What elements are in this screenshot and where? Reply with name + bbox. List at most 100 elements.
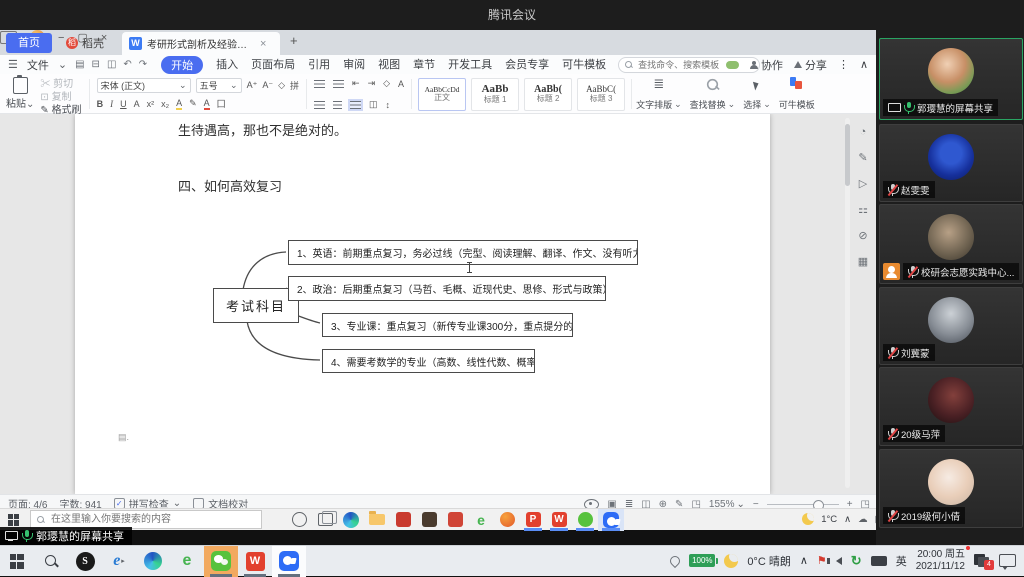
undo-icon[interactable]: ↶ — [123, 59, 131, 70]
document-canvas[interactable]: 生待遇高，那也不是绝对的。 四、如何高效复习 考试科目 1、英语：前期重点复习，… — [0, 114, 876, 494]
subscript-button[interactable]: x₂ — [161, 99, 169, 109]
menu-insert[interactable]: 插入 — [216, 56, 238, 74]
file-chevron-icon[interactable]: ⌄ — [58, 58, 67, 71]
taskbar-search-button[interactable] — [34, 546, 68, 577]
flag-alert-icon[interactable]: ⚑ — [817, 554, 827, 567]
comment-tool-icon[interactable]: ◔ — [860, 126, 867, 138]
document-scrollbar[interactable] — [845, 118, 850, 488]
cut-button[interactable]: ✂ 剪切 — [40, 78, 81, 91]
menu-review[interactable]: 审阅 — [343, 56, 365, 74]
cortana-button[interactable] — [286, 509, 312, 531]
bold-button[interactable]: B — [97, 99, 104, 109]
font-color-button[interactable]: A — [204, 98, 210, 110]
participant-tile[interactable]: 校研会志愿实践中心... — [879, 204, 1023, 284]
save-icon[interactable]: ▤ — [75, 59, 84, 70]
wps-button[interactable]: W — [238, 546, 272, 577]
ie-button[interactable]: e▸ — [102, 546, 136, 577]
mindmap-root-node[interactable]: 考试科目 — [213, 288, 299, 323]
store-app-button[interactable] — [416, 509, 442, 531]
superscript-button[interactable]: x² — [147, 99, 155, 109]
distribute-button[interactable]: ◫ — [369, 99, 378, 110]
italic-button[interactable]: I — [110, 99, 113, 109]
menu-developer[interactable]: 开发工具 — [448, 56, 492, 74]
meeting-app-button[interactable] — [272, 546, 306, 577]
copy-button[interactable]: ⊡ 复制 — [40, 91, 81, 104]
menu-member[interactable]: 会员专享 — [505, 56, 549, 74]
cloud-icon[interactable]: ☁ — [858, 514, 868, 525]
action-center-icon[interactable] — [999, 554, 1016, 567]
print-icon[interactable]: ⊟ — [92, 59, 100, 70]
tray-expand-icon[interactable]: ∧ — [800, 554, 808, 567]
line-spacing-button[interactable]: ↕ — [386, 100, 391, 110]
highlight-color-button[interactable]: A — [176, 98, 182, 110]
help-tool-icon[interactable]: ⊘ — [858, 229, 867, 242]
sort-button[interactable]: A — [398, 79, 404, 89]
meeting-app-button-shared[interactable] — [598, 509, 624, 531]
decrease-indent-button[interactable]: ⇤ — [352, 78, 360, 89]
char-border-button[interactable]: 囗 — [217, 97, 226, 110]
edge-button[interactable] — [338, 509, 364, 531]
menu-references[interactable]: 引用 — [308, 56, 330, 74]
mindmap-branch-math[interactable]: 4、需要考数学的专业（高数、线性代数、概率论） — [322, 349, 535, 373]
print-preview-icon[interactable]: ◫ — [107, 59, 116, 70]
style-heading3[interactable]: AaBbC( 标题 3 — [577, 78, 625, 111]
ink-pen-button[interactable]: ✎ — [189, 98, 197, 109]
wechat-button[interactable] — [204, 546, 238, 577]
menu-section[interactable]: 章节 — [413, 56, 435, 74]
browser-360-button[interactable]: e — [468, 509, 494, 531]
participant-tile[interactable]: 刘冀蒙 — [879, 287, 1023, 365]
document-page[interactable]: 生待遇高，那也不是绝对的。 四、如何高效复习 考试科目 1、英语：前期重点复习，… — [75, 114, 770, 494]
align-right-button[interactable] — [314, 101, 324, 109]
menu-keniu[interactable]: 可牛模板 — [562, 56, 606, 74]
tab-docer[interactable]: 稻 稻壳 — [60, 33, 110, 53]
cloud-sync-icon[interactable] — [726, 61, 739, 69]
file-explorer-button[interactable] — [364, 509, 390, 531]
temperature-label[interactable]: 1°C — [821, 514, 837, 525]
collapse-ribbon-icon[interactable]: ∧ — [860, 58, 868, 71]
wps-writer-button[interactable]: W — [546, 509, 572, 531]
align-justify-button[interactable] — [350, 101, 361, 109]
redo-icon[interactable]: ↷ — [139, 59, 147, 70]
safety-360-icon[interactable]: ↻ — [851, 553, 862, 569]
weather-label[interactable]: 0°C 晴朗 — [747, 553, 791, 569]
style-heading1[interactable]: AaBb 标题 1 — [471, 78, 519, 111]
menu-home[interactable]: 开始 — [161, 56, 203, 74]
numbering-button[interactable] — [333, 80, 344, 88]
wechat-button-shared[interactable] — [572, 509, 598, 531]
participant-tile[interactable]: 2019级何小倩 — [879, 449, 1023, 528]
style-normal[interactable]: AaBbCcDd 正文 — [418, 78, 466, 111]
note-tool-icon[interactable]: ▦ — [858, 255, 868, 268]
adjust-tool-icon[interactable]: ⚏ — [858, 203, 868, 216]
select-tool-icon[interactable]: ▷ — [859, 177, 867, 190]
shared-start-button[interactable] — [8, 514, 20, 526]
pinyin-guide-button[interactable]: 拼 — [290, 79, 299, 92]
speaker-icon[interactable] — [836, 557, 842, 565]
participant-tile-sharer[interactable]: 郭璎慧的屏幕共享 — [879, 38, 1023, 120]
s-app-button[interactable]: S — [68, 546, 102, 577]
tray-expand-icon[interactable]: ∧ — [844, 514, 851, 525]
mindmap-branch-major[interactable]: 3、专业课：重点复习（新传专业课300分，重点提分的地方） — [322, 313, 573, 337]
grow-font-button[interactable]: A⁺ — [247, 80, 258, 91]
align-center-button[interactable] — [333, 101, 342, 109]
flame-app-button[interactable] — [494, 509, 520, 531]
edge-button-local[interactable] — [136, 546, 170, 577]
menu-view[interactable]: 视图 — [378, 56, 400, 74]
more-icon[interactable]: ⋮ — [838, 58, 849, 71]
edit-tool-icon[interactable]: ✎ — [858, 151, 867, 164]
tab-home[interactable]: 首页 — [6, 33, 52, 53]
shrink-font-button[interactable]: A⁻ — [262, 80, 273, 91]
shared-search-input[interactable] — [49, 513, 255, 526]
message-center-icon[interactable]: 4 — [974, 554, 990, 567]
close-tab-icon[interactable]: × — [260, 38, 266, 50]
mindmap-branch-politics[interactable]: 2、政治：后期重点复习（马哲、毛概、近现代史、思修、形式与政策） — [288, 276, 606, 301]
select-button[interactable]: 选择⌄ — [739, 77, 775, 111]
font-size-select[interactable]: 五号⌄ — [196, 78, 242, 93]
clear-format-button[interactable]: ◇ — [278, 80, 285, 91]
strike-button[interactable]: A — [134, 99, 140, 109]
paste-button[interactable]: 粘贴⌄ — [6, 77, 34, 111]
participant-tile[interactable]: 赵雯雯 — [879, 124, 1023, 202]
keyboard-icon[interactable] — [871, 556, 887, 566]
underline-button[interactable]: U — [120, 99, 127, 109]
bullets-button[interactable] — [314, 80, 325, 88]
embedded-object-icon[interactable]: ▤. — [118, 432, 129, 443]
